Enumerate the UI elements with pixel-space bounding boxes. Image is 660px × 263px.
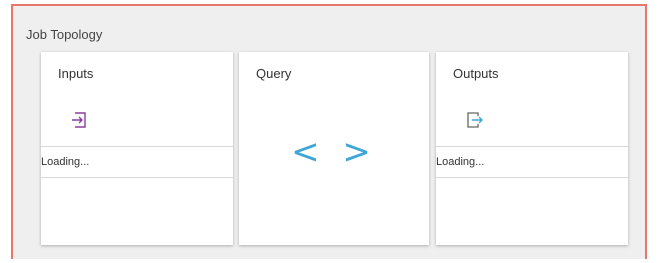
inputs-status: Loading... bbox=[41, 156, 90, 168]
output-icon bbox=[467, 112, 483, 128]
outputs-status: Loading... bbox=[436, 156, 485, 168]
inputs-label: Inputs bbox=[58, 66, 94, 81]
inputs-tile[interactable]: Inputs Loading... bbox=[41, 52, 233, 245]
input-icon bbox=[72, 112, 86, 128]
query-tile[interactable]: Query < > bbox=[239, 52, 429, 245]
code-brackets-icon: < > bbox=[291, 132, 377, 172]
outputs-status-row: Loading... bbox=[436, 146, 628, 178]
outputs-tile[interactable]: Outputs Loading... bbox=[436, 52, 628, 245]
outputs-label: Outputs bbox=[453, 66, 499, 81]
panel-title: Job Topology bbox=[26, 27, 103, 42]
query-label: Query bbox=[256, 66, 292, 81]
inputs-status-row: Loading... bbox=[41, 146, 233, 178]
